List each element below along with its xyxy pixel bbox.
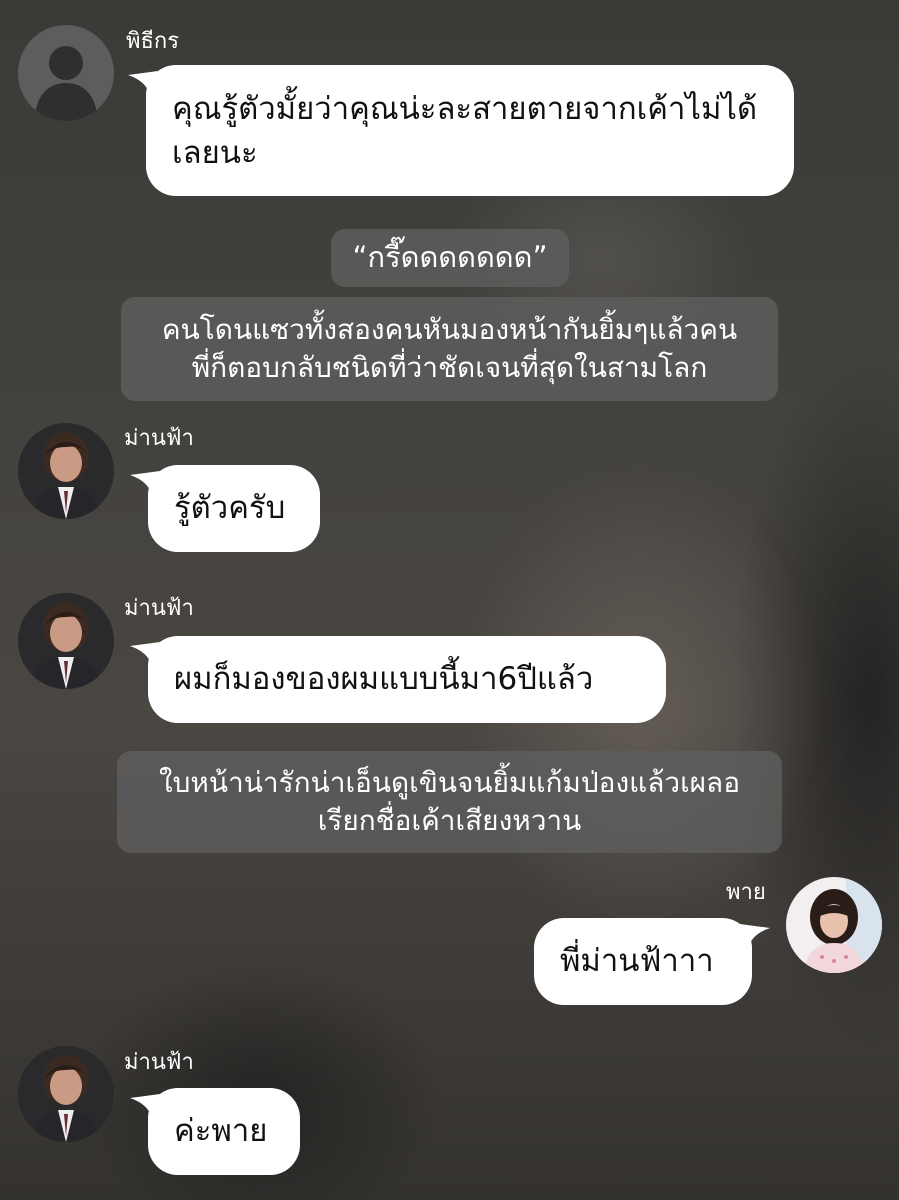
host-avatar[interactable] (18, 25, 114, 121)
narration-box: “กรี๊ดดดดดดด” (331, 229, 569, 287)
profile-photo-icon (18, 593, 114, 689)
pie-avatar[interactable] (786, 877, 882, 973)
manfah-avatar[interactable] (18, 423, 114, 519)
narration-box: ใบหน้าน่ารักน่าเอ็นดูเขินจนยิ้มแก้มป่องแ… (117, 751, 782, 853)
message-bubble[interactable]: คุณรู้ตัวมั้ยว่าคุณน่ะละสายตายจากเค้าไม่… (128, 65, 794, 196)
profile-photo-icon (786, 877, 882, 973)
sender-name: พิธีกร (126, 29, 180, 54)
bubble-tail (130, 642, 160, 666)
message-bubble[interactable]: ค่ะพาย (130, 1088, 300, 1175)
message-bubble[interactable]: พี่ม่านฟ้าาา (534, 918, 770, 1005)
narration-box: คนโดนแซวทั้งสองคนหันมองหน้ากันยิ้มๆแล้วค… (121, 297, 778, 401)
sender-name: ม่านฟ้า (124, 596, 194, 621)
profile-photo-icon (18, 1046, 114, 1142)
sender-name: พาย (726, 880, 766, 905)
message-text: พี่ม่านฟ้าาา (560, 943, 714, 979)
bubble-tail (740, 924, 770, 948)
profile-photo-icon (18, 423, 114, 519)
sender-name: ม่านฟ้า (124, 1050, 194, 1075)
message-text: คุณรู้ตัวมั้ยว่าคุณน่ะละสายตายจากเค้าไม่… (172, 91, 758, 171)
default-user-icon (18, 25, 114, 121)
message-text: ค่ะพาย (174, 1113, 268, 1149)
narration-text: คนโดนแซวทั้งสองคนหันมองหน้ากันยิ้มๆแล้วค… (161, 313, 738, 384)
message-text: รู้ตัวครับ (174, 490, 286, 526)
manfah-avatar[interactable] (18, 1046, 114, 1142)
message-text: ผมก็มองของผมแบบนี้มา6ปีแล้ว (174, 661, 594, 697)
message-bubble[interactable]: ผมก็มองของผมแบบนี้มา6ปีแล้ว (130, 636, 666, 723)
bubble-tail (128, 71, 158, 95)
sender-name: ม่านฟ้า (124, 426, 194, 451)
bubble-tail (130, 471, 160, 495)
narration-text: “กรี๊ดดดดดดด” (352, 240, 548, 274)
message-bubble[interactable]: รู้ตัวครับ (130, 465, 320, 552)
bubble-tail (130, 1094, 160, 1118)
narration-text: ใบหน้าน่ารักน่าเอ็นดูเขินจนยิ้มแก้มป่องแ… (158, 766, 741, 837)
manfah-avatar[interactable] (18, 593, 114, 689)
